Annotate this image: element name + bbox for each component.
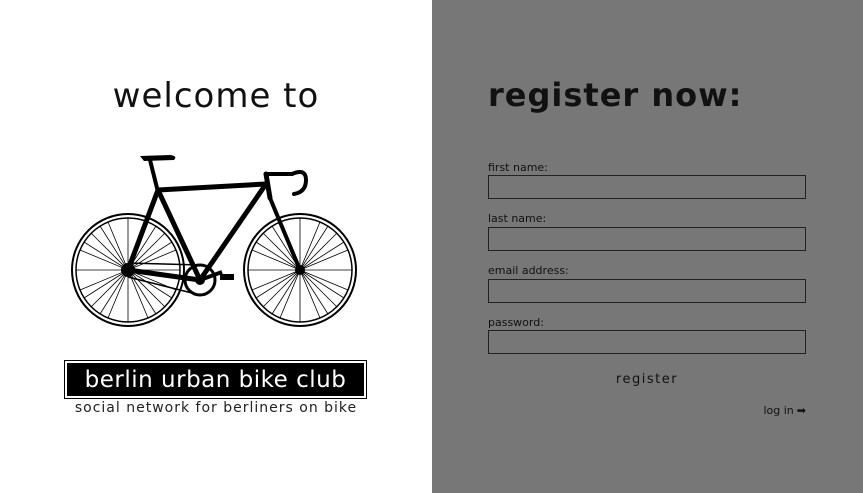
brand-logo: berlin urban bike club bbox=[64, 360, 367, 399]
email-field[interactable] bbox=[488, 279, 806, 303]
last-name-field[interactable] bbox=[488, 227, 806, 251]
welcome-heading: welcome to bbox=[112, 76, 320, 116]
tagline: social network for berliners on bike bbox=[74, 400, 358, 416]
brand-name: berlin urban bike club bbox=[84, 366, 347, 393]
login-label: log in bbox=[763, 404, 794, 417]
right-arrow-icon: ➡ bbox=[796, 404, 806, 417]
bicycle-image bbox=[71, 155, 357, 327]
last-name-label: last name: bbox=[488, 212, 547, 225]
first-name-label: first name: bbox=[488, 161, 548, 174]
password-field[interactable] bbox=[488, 330, 806, 354]
first-name-field[interactable] bbox=[488, 175, 806, 199]
welcome-panel: welcome to berlin urban bike club social… bbox=[0, 0, 432, 493]
password-label: password: bbox=[488, 316, 544, 329]
login-link[interactable]: log in ➡ bbox=[763, 404, 806, 417]
email-label: email address: bbox=[488, 264, 569, 277]
register-button[interactable]: register bbox=[600, 369, 694, 389]
register-heading: register now: bbox=[488, 76, 743, 114]
